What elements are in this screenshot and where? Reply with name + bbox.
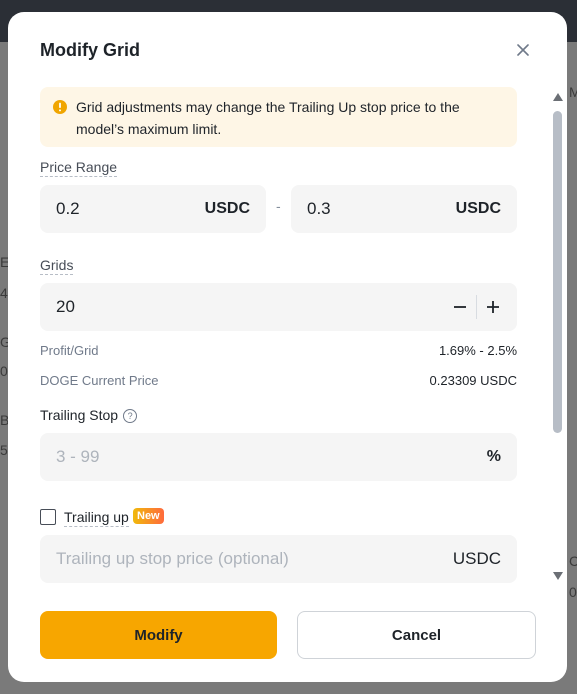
grids-stepper	[446, 295, 507, 319]
modify-button[interactable]: Modify	[40, 611, 277, 659]
background-text: 4	[0, 285, 8, 301]
trailing-stop-label: Trailing Stop?	[40, 406, 138, 424]
profit-grid-label: Profit/Grid	[40, 343, 99, 358]
triangle-down-icon	[553, 572, 563, 580]
trailing-stop-text: Trailing Stop	[40, 407, 119, 423]
background-text: 0	[569, 584, 577, 600]
trailing-stop-unit: %	[486, 448, 501, 465]
price-lower-unit: USDC	[204, 200, 250, 217]
close-icon	[517, 44, 529, 56]
trailing-up-checkbox[interactable]	[40, 509, 56, 525]
triangle-up-icon	[553, 93, 563, 101]
price-upper-value: 0.3	[307, 199, 331, 218]
trailing-up-label[interactable]: Trailing up	[64, 508, 129, 527]
modal-title: Modify Grid	[40, 40, 140, 60]
trailing-stop-placeholder: 3 - 99	[56, 447, 100, 466]
notice-text: Grid adjustments may change the Trailing…	[76, 99, 460, 137]
background-text: M	[569, 84, 577, 100]
scrollbar-thumb[interactable]	[553, 111, 562, 433]
price-upper-input[interactable]: 0.3 USDC	[291, 185, 517, 233]
grids-label: Grids	[40, 257, 74, 275]
profit-grid-value: 1.69% - 2.5%	[438, 343, 517, 358]
increment-button[interactable]	[479, 295, 507, 319]
close-button[interactable]	[512, 39, 534, 61]
current-price-row: DOGE Current Price 0.23309 USDC	[40, 373, 517, 388]
profit-grid-row: Profit/Grid 1.69% - 2.5%	[40, 343, 517, 358]
notice-banner: Grid adjustments may change the Trailing…	[40, 87, 517, 147]
background-text: C	[569, 553, 577, 569]
warning-icon	[53, 100, 67, 114]
minus-icon	[454, 306, 466, 308]
trailing-up-input[interactable]: Trailing up stop price (optional) USDC	[40, 535, 517, 583]
price-range-label: Price Range	[40, 159, 118, 177]
trailing-up-unit: USDC	[452, 549, 501, 568]
current-price-value: 0.23309 USDC	[429, 373, 517, 388]
grids-input[interactable]: 20	[40, 283, 517, 331]
decrement-button[interactable]	[446, 295, 474, 319]
trailing-up-placeholder: Trailing up stop price (optional)	[56, 549, 289, 568]
modify-grid-modal: Modify Grid Grid adjustments may change …	[8, 12, 567, 682]
help-icon[interactable]: ?	[123, 409, 138, 423]
background-text: 5	[0, 442, 8, 458]
price-lower-input[interactable]: 0.2 USDC	[40, 185, 266, 233]
plus-icon	[487, 301, 499, 313]
background-text: 0	[0, 363, 8, 379]
trailing-stop-input[interactable]: 3 - 99 %	[40, 433, 517, 481]
price-range-separator: -	[276, 198, 281, 214]
grids-value: 20	[56, 297, 75, 316]
price-lower-value: 0.2	[56, 199, 80, 218]
current-price-label: DOGE Current Price	[40, 373, 159, 388]
cancel-button[interactable]: Cancel	[297, 611, 536, 659]
new-badge: New	[133, 508, 164, 524]
stepper-divider	[476, 295, 477, 319]
scroll-down-button[interactable]	[551, 570, 565, 582]
price-upper-unit: USDC	[455, 200, 501, 217]
scroll-up-button[interactable]	[551, 91, 565, 103]
